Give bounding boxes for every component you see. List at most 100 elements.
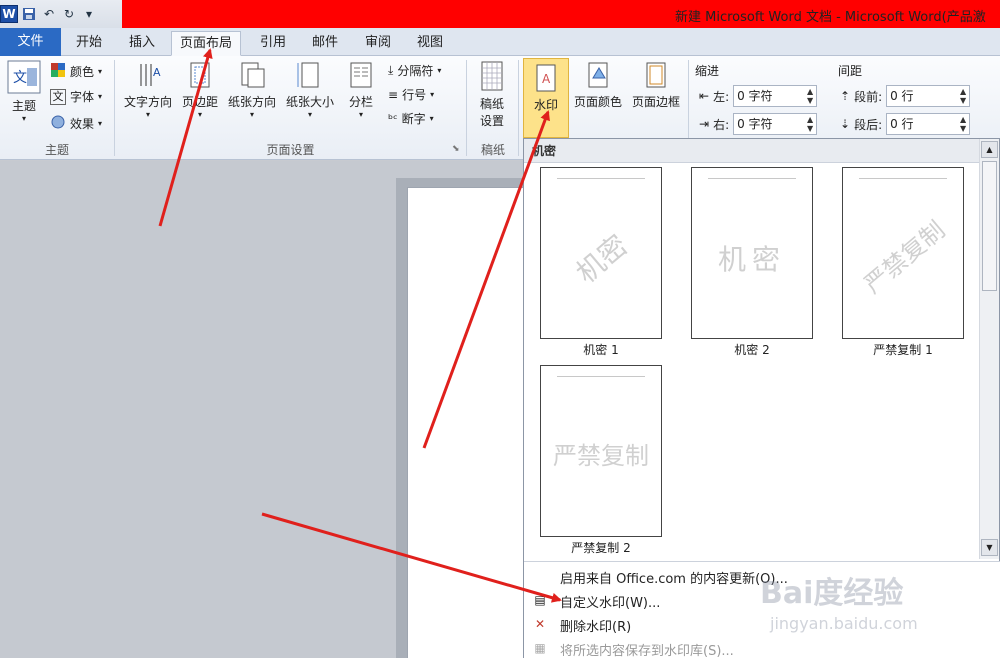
colors-button[interactable]: 颜色 ▾: [50, 62, 102, 81]
customize-qat-icon[interactable]: ▾: [80, 5, 98, 23]
indent-left-input[interactable]: 0 字符 ▲ ▼: [733, 85, 818, 107]
undo-icon[interactable]: ↶: [40, 5, 58, 23]
menu-item-remove-watermark[interactable]: 删除水印(R): [560, 616, 631, 635]
scroll-up-icon[interactable]: ▲: [981, 141, 998, 158]
effects-button[interactable]: 效果 ▾: [50, 114, 102, 133]
preview-header-line: [859, 178, 947, 179]
colors-dropdown-icon: ▾: [98, 67, 103, 76]
spacing-after-icon: ⇣: [840, 117, 851, 131]
line-numbers-label: 行号: [402, 88, 427, 102]
tab-home[interactable]: 开始: [68, 31, 110, 56]
indent-right-input[interactable]: 0 字符 ▲ ▼: [733, 113, 818, 135]
spacing-after-label: 段后:: [854, 117, 883, 132]
watermark-caption: 机密 2: [734, 343, 770, 357]
manuscript-label-2: 设置: [479, 114, 504, 128]
hyphenation-button[interactable]: ᵇᶜ 断字 ▾: [388, 110, 434, 127]
spinner-arrows-icon[interactable]: ▲ ▼: [960, 87, 966, 105]
line-numbers-icon: ≡: [388, 87, 399, 102]
menu-item-save-to-gallery: 将所选内容保存到水印库(S)...: [560, 644, 734, 658]
orientation-icon: [224, 60, 280, 93]
fonts-button[interactable]: 文 字体 ▾: [50, 88, 102, 105]
spacing-before-icon: ⇡: [840, 89, 851, 103]
hyphenation-label: 断字: [401, 112, 426, 126]
columns-button[interactable]: 分栏 ▾: [342, 60, 380, 119]
watermark-preview-text: 严禁复制: [553, 442, 649, 470]
indent-right-row: ⇥ 右: 0 字符 ▲ ▼: [699, 113, 818, 135]
svg-text:文: 文: [13, 70, 27, 86]
dialog-launcher-icon[interactable]: ⬊: [452, 144, 460, 154]
gallery-section-title: 机密: [524, 139, 979, 163]
indent-right-label: 右:: [713, 117, 730, 132]
spacing-before-input[interactable]: 0 行 ▲ ▼: [886, 85, 971, 107]
effects-label: 效果: [70, 117, 95, 131]
window-title: 新建 Microsoft Word 文档 - Microsoft Word(产品…: [675, 10, 986, 25]
ribbon-tabs: 文件 开始 插入 页面布局 引用 邮件 审阅 视图: [0, 28, 1000, 56]
indent-left-label: 左:: [713, 89, 730, 104]
tab-insert[interactable]: 插入: [121, 31, 163, 56]
manuscript-icon: [472, 60, 512, 95]
size-label: 纸张大小: [285, 95, 334, 109]
tab-page-layout[interactable]: 页面布局: [171, 31, 242, 56]
page-borders-icon: [628, 60, 684, 93]
redo-icon[interactable]: ↻: [60, 5, 78, 23]
colors-icon: [50, 62, 66, 81]
watermark-option-4[interactable]: 严禁复制: [540, 365, 662, 537]
baidu-jingyan-logo: Bai度经验: [760, 576, 904, 611]
line-numbers-button[interactable]: ≡ 行号 ▾: [388, 86, 434, 103]
watermark-option-3[interactable]: 严禁复制: [842, 167, 964, 339]
scroll-thumb[interactable]: [982, 161, 997, 291]
menu-item-office-updates[interactable]: 启用来自 Office.com 的内容更新(O)...: [560, 568, 788, 587]
watermark-caption: 严禁复制 2: [571, 541, 631, 555]
manuscript-settings-button[interactable]: 稿纸 设置: [472, 60, 512, 129]
themes-button[interactable]: 文 主题 ▾: [4, 60, 44, 123]
text-direction-icon: A: [120, 60, 176, 93]
watermark-caption: 严禁复制 1: [873, 343, 933, 357]
save-icon[interactable]: [20, 5, 38, 23]
text-direction-button[interactable]: A 文字方向 ▾: [120, 60, 176, 119]
indent-right-value: 0 字符: [737, 117, 773, 131]
margins-dropdown-icon: ▾: [197, 110, 202, 119]
preview-header-line: [557, 376, 645, 377]
tab-references[interactable]: 引用: [252, 31, 294, 56]
page-borders-button[interactable]: 页面边框: [628, 60, 684, 110]
breaks-button[interactable]: ⤓ 分隔符 ▾: [388, 62, 441, 79]
tab-file[interactable]: 文件: [0, 28, 61, 56]
tab-mailings[interactable]: 邮件: [304, 31, 346, 56]
spinner-arrows-icon[interactable]: ▲ ▼: [807, 115, 813, 133]
menu-item-custom-watermark[interactable]: 自定义水印(W)...: [560, 592, 660, 611]
preview-header-line: [708, 178, 796, 179]
page-size-icon: [282, 60, 338, 93]
size-button[interactable]: 纸张大小 ▾: [282, 60, 338, 119]
group-separator: [114, 60, 115, 156]
themes-icon: 文: [4, 60, 44, 97]
svg-text:A: A: [542, 72, 551, 86]
indent-heading: 缩进: [695, 64, 720, 78]
watermark-option-1[interactable]: 机密: [540, 167, 662, 339]
margins-button[interactable]: 页边距 ▾: [178, 60, 222, 119]
scroll-down-icon[interactable]: ▼: [981, 539, 998, 556]
manuscript-label-1: 稿纸: [479, 97, 504, 111]
watermark-option-2[interactable]: 机密: [691, 167, 813, 339]
tab-review[interactable]: 审阅: [357, 31, 399, 56]
orientation-button[interactable]: 纸张方向 ▾: [224, 60, 280, 119]
watermark-button[interactable]: A 水印: [523, 58, 569, 138]
spinner-arrows-icon[interactable]: ▲ ▼: [960, 115, 966, 133]
spacing-heading: 间距: [838, 64, 863, 78]
gallery-scrollbar[interactable]: ▲ ▼: [979, 139, 999, 559]
page-borders-label: 页面边框: [631, 95, 680, 109]
tab-view[interactable]: 视图: [409, 31, 451, 56]
page-color-button[interactable]: 页面颜色: [570, 60, 626, 110]
colors-label: 颜色: [70, 65, 95, 79]
group-separator: [466, 60, 467, 156]
orientation-label: 纸张方向: [227, 95, 276, 109]
baidu-jingyan-url: jingyan.baidu.com: [770, 614, 918, 633]
manuscript-group-label: 稿纸: [480, 143, 505, 157]
save-to-gallery-icon: ▦: [534, 641, 546, 655]
themes-dropdown-icon: ▾: [21, 114, 26, 123]
spinner-arrows-icon[interactable]: ▲ ▼: [807, 87, 813, 105]
word-app-icon[interactable]: W: [0, 5, 18, 23]
preview-header-line: [557, 178, 645, 179]
columns-dropdown-icon: ▾: [358, 110, 363, 119]
spacing-after-input[interactable]: 0 行 ▲ ▼: [886, 113, 971, 135]
breaks-dropdown-icon: ▾: [437, 66, 442, 75]
